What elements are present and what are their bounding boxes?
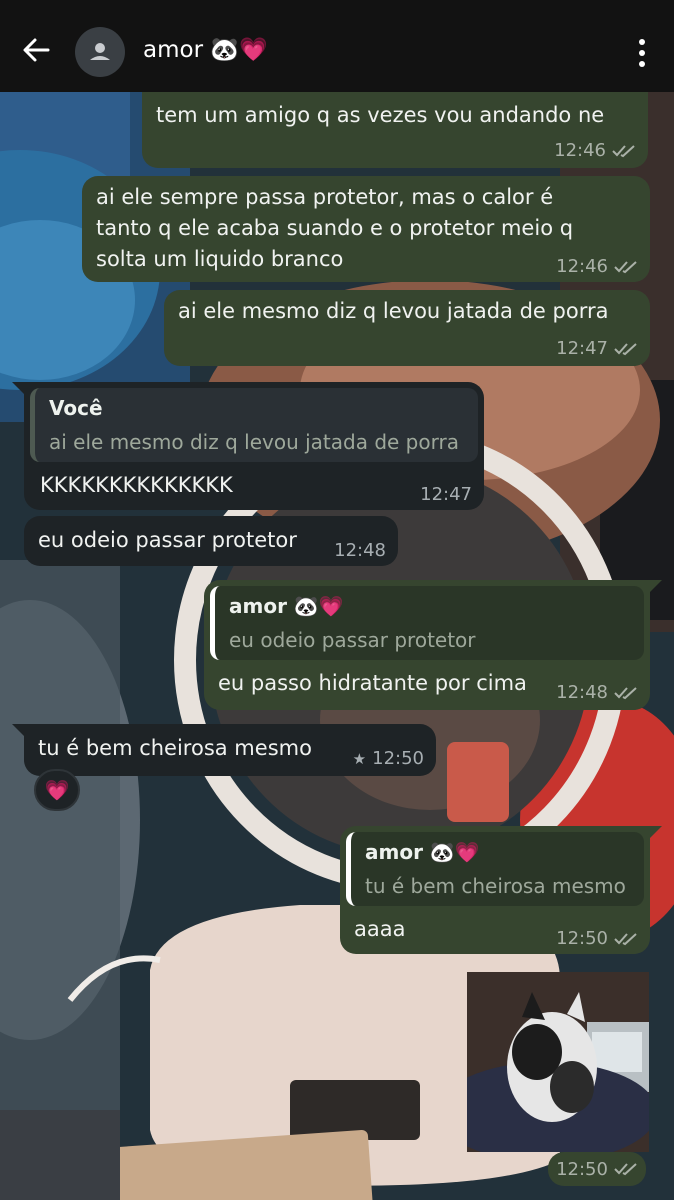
message-text: KKKKKKKKKKKKKK (40, 473, 233, 497)
message-meta: 12:48 (334, 540, 386, 561)
message-reaction[interactable]: 💗 (34, 769, 80, 811)
message-time: 12:46 (556, 256, 608, 277)
message-text: eu odeio passar protetor (38, 528, 297, 552)
double-check-icon (614, 932, 637, 945)
back-button[interactable] (18, 32, 54, 68)
person-icon (90, 43, 110, 60)
message-bubble-outgoing[interactable]: tem um amigo q as vezes vou andando ne 1… (142, 92, 648, 168)
message-meta: 12:47 (556, 338, 638, 359)
double-check-icon (612, 144, 635, 157)
message-meta: 12:50 (556, 928, 638, 949)
message-meta: 12:48 (556, 682, 638, 703)
quoted-author: Você (49, 396, 103, 420)
message-time: 12:48 (334, 540, 386, 561)
chat-header: amor 🐼💗 (0, 0, 674, 92)
message-meta: 12:46 (556, 256, 638, 277)
message-meta: 12:47 (420, 484, 472, 505)
message-time: 12:50 (556, 928, 608, 949)
star-icon: ★ (352, 749, 367, 768)
quoted-author: amor 🐼💗 (365, 840, 480, 864)
message-bubble-incoming[interactable]: Você ai ele mesmo diz q levou jatada de … (24, 382, 484, 510)
quoted-message[interactable]: amor 🐼💗 tu é bem cheirosa mesmo (346, 832, 644, 906)
double-check-icon (614, 686, 637, 699)
message-text: tem um amigo q as vezes vou andando ne (156, 103, 605, 127)
contact-name[interactable]: amor 🐼💗 (143, 36, 268, 63)
message-text-line: solta um liquido branco (96, 247, 344, 271)
message-text: aaaa (354, 917, 406, 941)
message-bubble-outgoing[interactable]: ai ele sempre passa protetor, mas o calo… (82, 176, 650, 282)
message-bubble-incoming[interactable]: eu odeio passar protetor 12:48 (24, 516, 398, 566)
cat-photo-thumbnail (467, 972, 649, 1152)
double-check-icon (614, 1163, 637, 1176)
heart-reaction-icon: 💗 (44, 778, 70, 802)
quoted-message[interactable]: amor 🐼💗 eu odeio passar protetor (210, 586, 644, 660)
double-check-icon (614, 260, 637, 273)
message-text: ai ele mesmo diz q levou jatada de porra (178, 299, 609, 323)
message-time: 12:47 (556, 338, 608, 359)
quoted-message[interactable]: Você ai ele mesmo diz q levou jatada de … (30, 388, 478, 462)
message-text-line: ai ele sempre passa protetor, mas o calo… (96, 185, 554, 209)
message-time: 12:47 (420, 484, 472, 505)
quoted-text: ai ele mesmo diz q levou jatada de porra (49, 430, 459, 454)
contact-avatar[interactable] (75, 27, 125, 77)
image-message[interactable] (467, 972, 649, 1152)
quoted-text: eu odeio passar protetor (229, 628, 476, 652)
message-text: tu é bem cheirosa mesmo (38, 736, 312, 760)
message-text-line: tanto q ele acaba suando e o protetor me… (96, 216, 574, 240)
more-options-button[interactable] (628, 36, 656, 70)
image-message-meta: 12:50 (548, 1152, 646, 1186)
double-check-icon (614, 342, 637, 355)
message-time: 12:50 (372, 748, 424, 769)
quoted-text: tu é bem cheirosa mesmo (365, 874, 626, 898)
arrow-left-icon (23, 38, 50, 62)
message-text: eu passo hidratante por cima (218, 671, 527, 695)
message-time: 12:46 (554, 140, 606, 161)
message-meta: 12:46 (554, 140, 636, 161)
message-time: 12:50 (556, 1158, 608, 1180)
quoted-author: amor 🐼💗 (229, 594, 344, 618)
message-bubble-incoming[interactable]: tu é bem cheirosa mesmo ★ 12:50 (24, 724, 436, 776)
message-bubble-outgoing[interactable]: amor 🐼💗 eu odeio passar protetor eu pass… (204, 580, 650, 710)
message-bubble-outgoing[interactable]: ai ele mesmo diz q levou jatada de porra… (164, 290, 650, 366)
message-bubble-outgoing[interactable]: amor 🐼💗 tu é bem cheirosa mesmo aaaa 12:… (340, 826, 650, 954)
message-time: 12:48 (556, 682, 608, 703)
more-vert-icon (639, 39, 645, 67)
message-meta: ★ 12:50 (353, 748, 424, 769)
